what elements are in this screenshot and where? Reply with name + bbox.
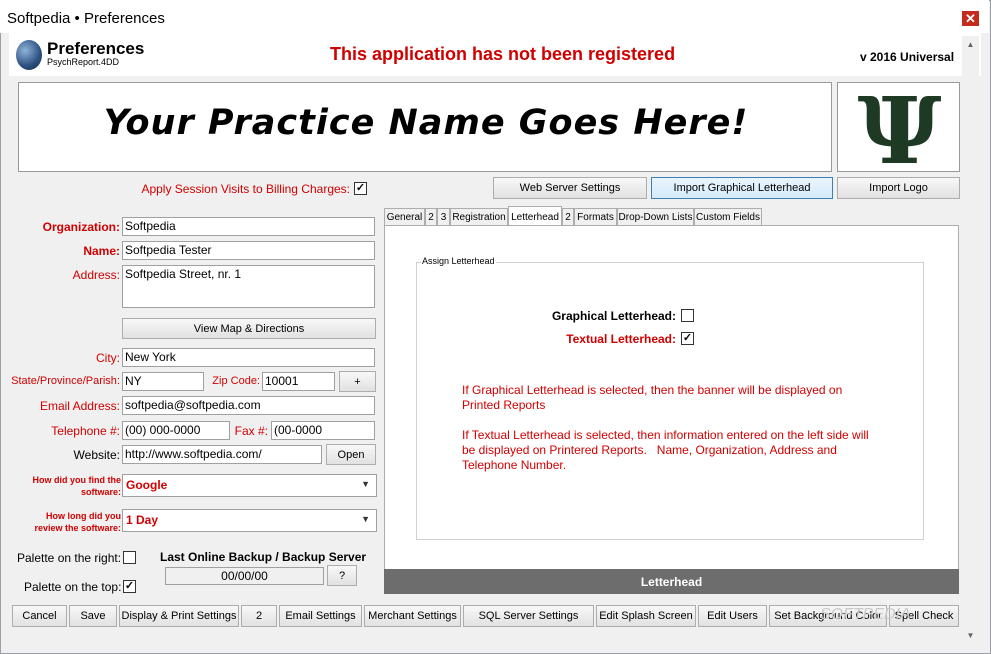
find-software-value: Google [126,478,168,492]
view-map-button[interactable]: View Map & Directions [122,318,376,339]
tab-dropdown-lists[interactable]: Drop-Down Lists [617,208,694,226]
backup-date-field: 00/00/00 [165,567,324,585]
palette-right-checkbox[interactable] [123,551,136,564]
email-input[interactable]: softpedia@softpedia.com [122,396,375,415]
name-input[interactable]: Softpedia Tester [122,241,375,260]
letterhead-footer-bar: Letterhead [384,569,959,594]
graphical-letterhead-label: Graphical Letterhead: [551,309,676,323]
open-website-button[interactable]: Open [326,444,376,465]
page-title: Preferences [47,39,145,58]
tab-formats[interactable]: Formats [574,208,617,226]
telephone-label: Telephone #: [51,424,120,438]
assign-letterhead-label: Assign Letterhead [421,256,496,266]
fax-label: Fax #: [234,424,268,438]
merchant-settings-button[interactable]: Merchant Settings [364,605,461,627]
telephone-input[interactable]: (00) 000-0000 [122,421,230,440]
tab-letterhead[interactable]: Letterhead [508,206,562,227]
state-input[interactable]: NY [122,372,204,391]
softpedia-watermark: SOFTPEDIA [820,606,911,623]
registration-notice: This application has not been registered [330,44,676,64]
city-label: City: [96,351,120,365]
psi-logo-icon: Ψ [857,82,942,172]
email-settings-button[interactable]: Email Settings [279,605,362,627]
website-label: Website: [73,448,120,462]
chevron-down-icon: ▼ [361,514,370,524]
page-subtitle: PsychReport.4DD [47,57,120,67]
organization-input[interactable]: Softpedia [122,217,375,236]
fax-input[interactable]: (00-0000 [271,421,375,440]
address-label: Address: [72,268,120,282]
cancel-button[interactable]: Cancel [12,605,67,627]
title-bar: Softpedia • Preferences [0,0,989,33]
backup-label: Last Online Backup / Backup Server [160,550,367,564]
chevron-down-icon: ▼ [361,479,370,489]
tab-2[interactable]: 2 [425,208,437,226]
edit-users-button[interactable]: Edit Users [698,605,767,627]
import-graphical-letterhead-button[interactable]: Import Graphical Letterhead [651,177,833,199]
save-button[interactable]: Save [69,605,117,627]
tab-registration[interactable]: Registration [450,208,508,226]
vertical-scrollbar[interactable] [962,36,979,644]
textual-info-line-3: Telephone Number. [462,458,567,472]
logo-box: Ψ [837,82,960,172]
tab-3[interactable]: 3 [437,208,450,226]
textual-letterhead-label: Textual Letterhead: [566,332,676,346]
letterhead-banner: Your Practice Name Goes Here! [18,82,832,172]
palette-top-checkbox[interactable]: ✓ [123,580,136,593]
version-label: v 2016 Universal [860,50,955,64]
import-logo-button[interactable]: Import Logo [837,177,960,199]
address-input[interactable]: Softpedia Street, nr. 1 [122,265,375,308]
globe-icon [16,40,42,70]
city-input[interactable]: New York [122,348,375,367]
window-title: Softpedia • Preferences [7,10,165,27]
graphical-letterhead-checkbox[interactable] [681,309,694,322]
graphical-info-line-2: Printed Reports [462,398,546,412]
edit-splash-screen-button[interactable]: Edit Splash Screen [596,605,696,627]
tab-letterhead-2[interactable]: 2 [562,208,574,226]
close-button[interactable]: ✕ [962,11,979,26]
apply-session-label: Apply Session Visits to Billing Charges: [141,182,350,196]
scroll-down-arrow-icon[interactable]: ▼ [962,627,979,644]
review-duration-value: 1 Day [126,513,159,527]
organization-label: Organization: [42,220,120,234]
tab-custom-fields[interactable]: Custom Fields [694,208,762,226]
textual-letterhead-checkbox[interactable]: ✓ [681,332,694,345]
textual-info-line-1: If Textual Letterhead is selected, then … [462,428,869,442]
display-print-settings-2-button[interactable]: 2 [241,605,277,627]
web-server-settings-button[interactable]: Web Server Settings [493,177,647,199]
zip-label: Zip Code: [212,375,260,387]
zip-input[interactable]: 10001 [262,372,335,391]
find-software-select[interactable]: Google ▼ [122,474,377,497]
banner-text: Your Practice Name Goes Here! [103,103,749,143]
review-label-1: How long did you [46,511,121,521]
textual-info-line-2: be displayed on Printered Reports. Name,… [462,443,837,457]
find-software-label-1: How did you find the [32,475,122,485]
state-label: State/Province/Parish: [11,375,120,387]
apply-session-checkbox[interactable]: ✓ [354,182,367,195]
review-label-2: review the software: [34,523,121,533]
palette-right-label: Palette on the right: [17,551,122,565]
tab-general[interactable]: General [384,208,425,226]
name-label: Name: [83,244,120,258]
zip-plus-button[interactable]: + [339,371,376,392]
review-duration-select[interactable]: 1 Day ▼ [122,509,377,532]
email-label: Email Address: [39,399,120,413]
find-software-label-2: software: [80,487,121,497]
palette-top-label: Palette on the top: [24,580,122,594]
display-print-settings-button[interactable]: Display & Print Settings [119,605,239,627]
sql-server-settings-button[interactable]: SQL Server Settings [463,605,594,627]
graphical-info-line-1: If Graphical Letterhead is selected, the… [462,383,843,397]
scroll-up-arrow-icon[interactable]: ▲ [962,36,979,53]
backup-help-button[interactable]: ? [327,565,357,586]
website-input[interactable]: http://www.softpedia.com/ [122,445,322,464]
